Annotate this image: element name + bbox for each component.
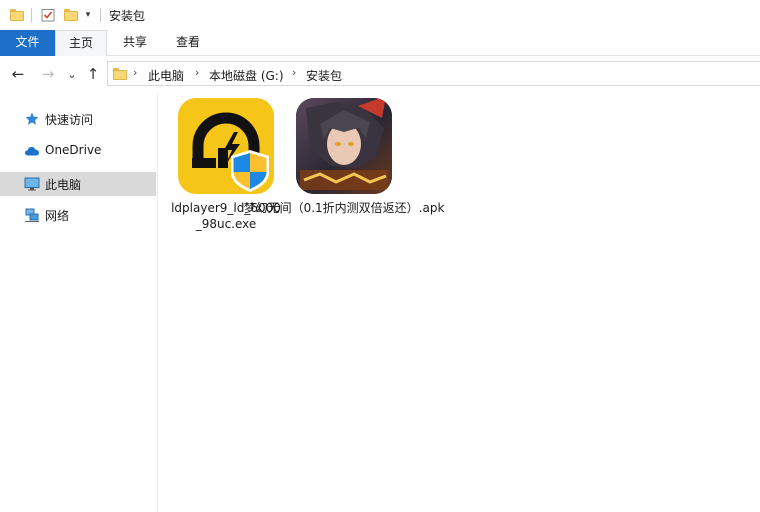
chevron-right-icon[interactable]: › xyxy=(133,66,137,79)
folder-icon xyxy=(113,68,127,80)
window-title: 安装包 xyxy=(109,9,146,23)
game-artwork-icon xyxy=(296,98,392,194)
toolbar-separator xyxy=(100,8,101,22)
customize-dropdown-icon[interactable]: ▾ xyxy=(82,6,94,24)
address-bar[interactable]: › 此电脑 › 本地磁盘 (G:) › 安装包 xyxy=(107,61,760,86)
back-arrow-icon[interactable]: ← xyxy=(9,65,27,83)
sidebar-item-this-pc[interactable]: 此电脑 xyxy=(0,172,156,196)
monitor-icon xyxy=(24,177,40,191)
network-icon xyxy=(25,208,39,222)
file-item-apk[interactable]: 梦幻无间（0.1折内测双倍返还）.apk xyxy=(239,98,449,216)
forward-arrow-icon[interactable]: → xyxy=(39,65,57,83)
title-bar: ▾ 安装包 xyxy=(0,0,760,30)
properties-icon[interactable] xyxy=(39,6,57,24)
star-icon xyxy=(25,112,39,125)
new-folder-icon[interactable] xyxy=(62,6,80,24)
sidebar-item-label: OneDrive xyxy=(45,143,102,157)
sidebar-item-label: 快速访问 xyxy=(45,113,94,127)
sidebar-item-label: 网络 xyxy=(45,209,70,223)
breadcrumb-current-folder[interactable]: 安装包 xyxy=(306,67,342,84)
chevron-right-icon[interactable]: › xyxy=(195,66,199,79)
file-name: 梦幻无间（0.1折内测双倍返还）.apk xyxy=(243,201,445,215)
tab-view[interactable]: 查看 xyxy=(163,30,213,56)
chevron-right-icon[interactable]: › xyxy=(292,66,296,79)
sidebar-item-onedrive[interactable]: OneDrive xyxy=(0,139,156,163)
tab-share[interactable]: 共享 xyxy=(110,30,160,56)
tab-home[interactable]: 主页 xyxy=(55,30,107,57)
recent-locations-icon[interactable]: ⌄ xyxy=(63,65,81,83)
breadcrumb-local-disk[interactable]: 本地磁盘 (G:) xyxy=(209,67,284,84)
navigation-bar: ← → ⌄ ↑ › 此电脑 › 本地磁盘 (G:) › 安装包 xyxy=(0,56,760,92)
folder-icon[interactable] xyxy=(8,6,26,24)
tab-file[interactable]: 文件 xyxy=(0,30,55,56)
ribbon-tabs: 文件 主页 共享 查看 xyxy=(0,30,760,57)
cloud-icon xyxy=(25,147,39,156)
sidebar-item-quick-access[interactable]: 快速访问 xyxy=(0,107,156,131)
up-arrow-icon[interactable]: ↑ xyxy=(84,65,102,83)
breadcrumb-this-pc[interactable]: 此电脑 xyxy=(148,67,184,84)
sidebar-item-network[interactable]: 网络 xyxy=(0,203,156,227)
navigation-pane: 快速访问 OneDrive 此电脑 网络 xyxy=(0,92,158,512)
toolbar-separator xyxy=(31,8,32,22)
sidebar-item-label: 此电脑 xyxy=(45,178,82,192)
